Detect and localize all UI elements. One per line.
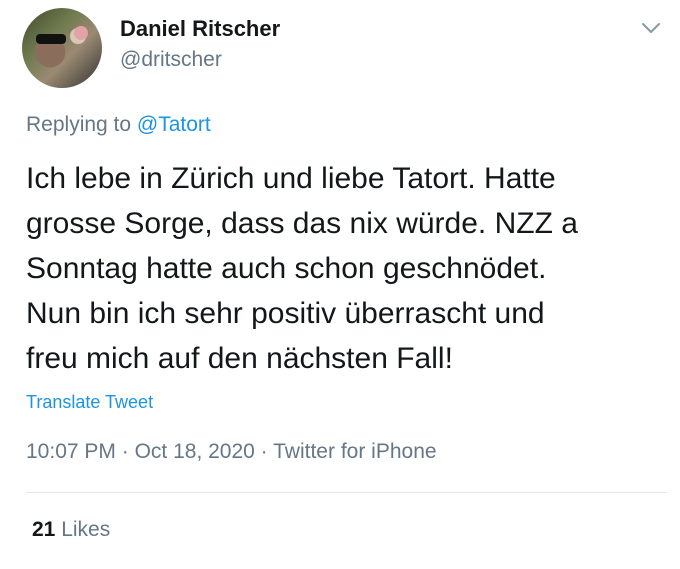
replying-to: Replying to @Tatort bbox=[26, 113, 211, 137]
meta-separator: · bbox=[121, 440, 129, 463]
author-handle[interactable]: @dritscher bbox=[120, 48, 222, 72]
likes-stat[interactable]: 21 Likes bbox=[32, 518, 110, 542]
avatar-flower bbox=[74, 26, 88, 40]
likes-label: Likes bbox=[61, 518, 111, 541]
replying-mention-link[interactable]: @Tatort bbox=[137, 113, 211, 136]
tweet-source[interactable]: Twitter for iPhone bbox=[273, 440, 436, 463]
likes-count: 21 bbox=[32, 518, 56, 541]
meta-separator: · bbox=[260, 440, 268, 463]
tweet-time[interactable]: 10:07 PM bbox=[26, 440, 116, 463]
tweet-meta: 10:07 PM · Oct 18, 2020 · Twitter for iP… bbox=[26, 440, 437, 464]
translate-tweet-link[interactable]: Translate Tweet bbox=[26, 392, 153, 413]
chevron-down-icon[interactable] bbox=[640, 20, 662, 36]
avatar[interactable] bbox=[22, 8, 102, 88]
avatar-sunglasses bbox=[36, 34, 66, 44]
replying-prefix: Replying to bbox=[26, 113, 137, 136]
divider bbox=[26, 492, 667, 493]
tweet-date[interactable]: Oct 18, 2020 bbox=[135, 440, 255, 463]
author-name[interactable]: Daniel Ritscher bbox=[120, 16, 280, 42]
tweet-text: Ich lebe in Zürich und liebe Tatort. Hat… bbox=[26, 162, 578, 375]
